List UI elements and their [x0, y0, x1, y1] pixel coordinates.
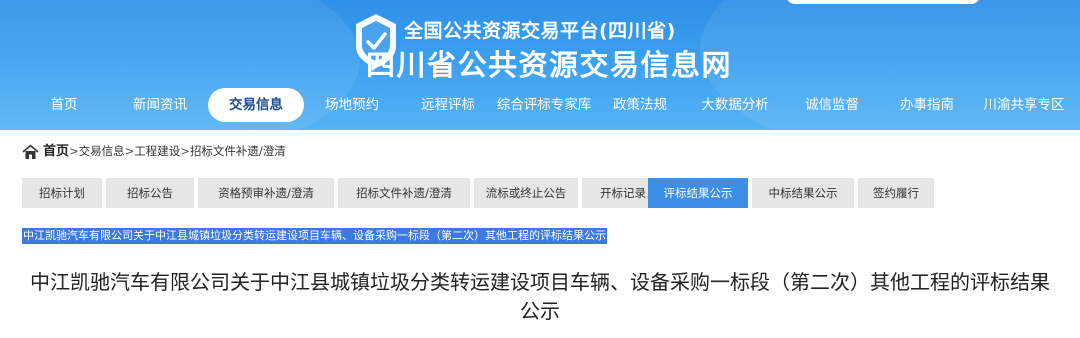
nav-item-policy[interactable]: 政策法规 [612, 88, 668, 122]
nav-item-venue-booking[interactable]: 场地预约 [322, 88, 382, 122]
tab-contract[interactable]: 签约履行 [858, 178, 934, 208]
nav-item-big-data[interactable]: 大数据分析 [700, 88, 770, 122]
tab-bid-notice[interactable]: 招标公告 [106, 178, 194, 208]
breadcrumb-item[interactable]: 招标文件补遗/澄清 [190, 144, 286, 158]
nav-item-remote-bid[interactable]: 远程评标 [418, 88, 478, 122]
tab-prequal-clarification[interactable]: 资格预审补遗/澄清 [198, 178, 334, 208]
breadcrumb-separator: > [180, 144, 190, 158]
tab-bid-plan[interactable]: 招标计划 [22, 178, 102, 208]
breadcrumb: 首页>交易信息>工程建设>招标文件补遗/澄清 [22, 140, 286, 162]
site-subtitle: 全国公共资源交易平台(四川省) [404, 20, 676, 42]
tab-failed-bid[interactable]: 流标或终止公告 [474, 178, 578, 208]
breadcrumb-separator: > [69, 144, 79, 158]
nav-item-home[interactable]: 首页 [46, 88, 82, 122]
nav-item-trade-info[interactable]: 交易信息 [208, 88, 304, 122]
site-title: 四川省公共资源交易信息网 [366, 48, 733, 82]
site-header: 全国公共资源交易平台(四川省) 四川省公共资源交易信息网 首页 新闻资讯 交易信… [0, 0, 1080, 130]
tab-bid-doc-clarification[interactable]: 招标文件补遗/澄清 [338, 178, 470, 208]
tab-award-result[interactable]: 中标结果公示 [752, 178, 854, 208]
main-nav: 首页 新闻资讯 交易信息 场地预约 远程评标 综合评标专家库 政策法规 大数据分… [0, 88, 1080, 124]
selected-notice-link[interactable]: 中江凯驰汽车有限公司关于中江县城镇垃圾分类转运建设项目车辆、设备采购一标段（第二… [22, 228, 607, 244]
breadcrumb-item[interactable]: 交易信息 [79, 144, 125, 158]
breadcrumb-separator: > [124, 144, 135, 158]
notice-title: 中江凯驰汽车有限公司关于中江县城镇垃圾分类转运建设项目车辆、设备采购一标段（第二… [30, 270, 1050, 323]
top-search-box[interactable] [786, 0, 980, 4]
home-icon [22, 143, 39, 159]
breadcrumb-home[interactable]: 首页 [43, 144, 69, 159]
nav-item-news[interactable]: 新闻资讯 [130, 88, 190, 122]
tab-evaluation-result[interactable]: 评标结果公示 [648, 178, 748, 208]
nav-item-credit[interactable]: 诚信监督 [804, 88, 860, 122]
nav-item-expert-pool[interactable]: 综合评标专家库 [496, 88, 592, 122]
breadcrumb-item[interactable]: 工程建设 [134, 144, 180, 158]
nav-item-guide[interactable]: 办事指南 [898, 88, 956, 122]
nav-item-chuanyu[interactable]: 川渝共享专区 [982, 88, 1066, 122]
